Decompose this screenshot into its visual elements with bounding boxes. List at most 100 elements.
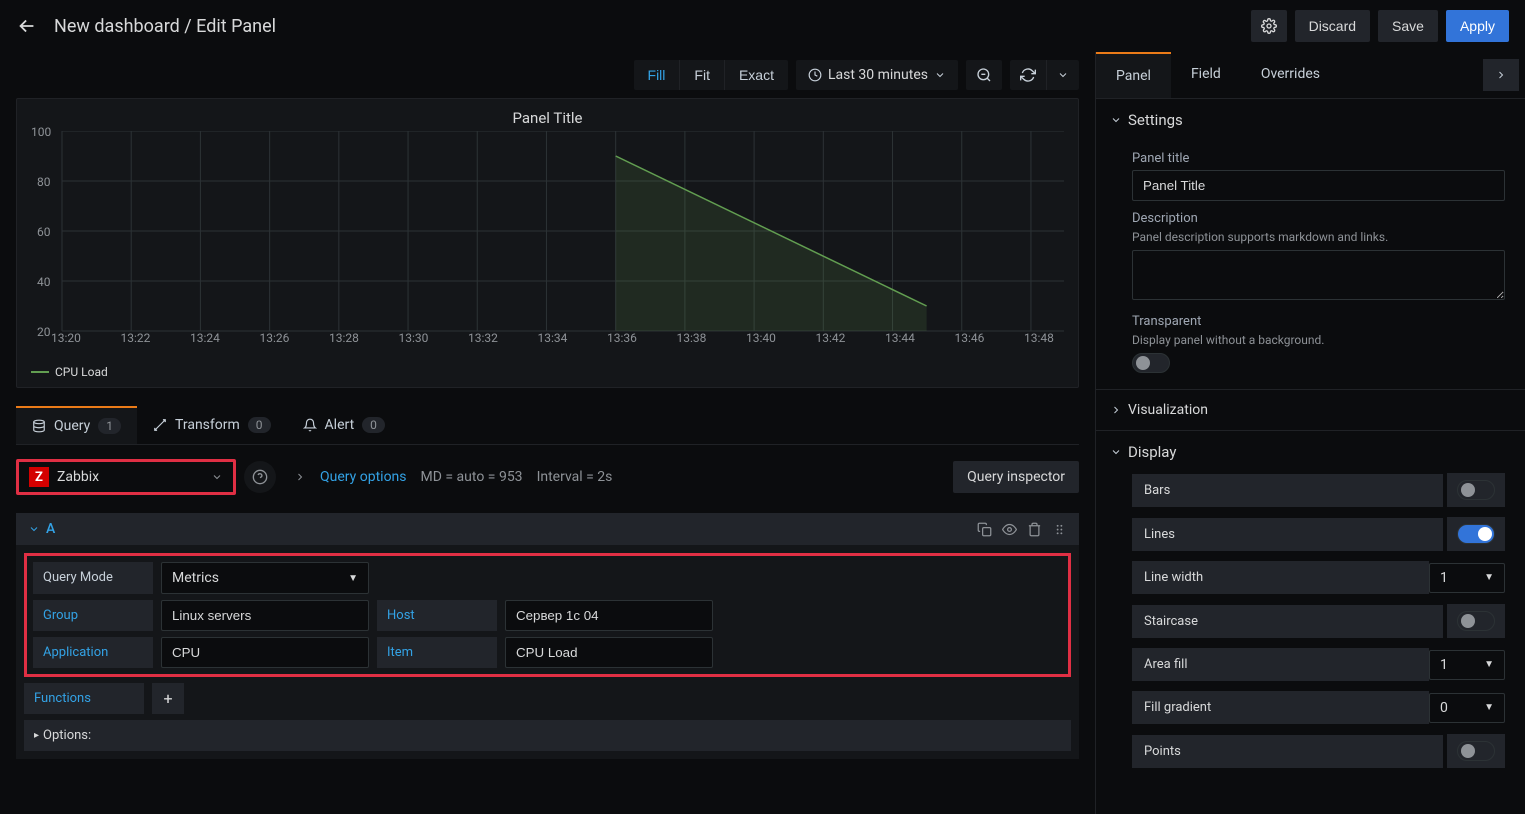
fill-tab[interactable]: Fill: [634, 60, 680, 90]
expand-sidebar-button[interactable]: [1483, 59, 1519, 91]
bars-toggle[interactable]: [1457, 480, 1495, 500]
duplicate-query-icon[interactable]: [977, 522, 992, 537]
datasource-help-button[interactable]: [244, 461, 276, 493]
tab-overrides[interactable]: Overrides: [1241, 52, 1340, 98]
settings-section-toggle[interactable]: Settings: [1096, 99, 1525, 141]
query-id: A: [46, 521, 55, 537]
fill-gradient-select[interactable]: 0▼: [1429, 693, 1505, 723]
item-label[interactable]: Item: [377, 637, 497, 668]
tab-query[interactable]: Query 1: [16, 406, 137, 444]
alert-count-badge: 0: [362, 417, 385, 433]
lines-label: Lines: [1132, 518, 1443, 551]
line-width-select[interactable]: 1▼: [1429, 563, 1505, 593]
group-label[interactable]: Group: [33, 600, 153, 631]
item-input[interactable]: [505, 637, 713, 668]
tab-transform[interactable]: Transform 0: [137, 406, 287, 444]
chart-title: Panel Title: [31, 109, 1064, 127]
fit-mode-group: Fill Fit Exact: [634, 60, 788, 90]
query-mode-select[interactable]: Metrics ▼: [161, 562, 369, 594]
chevron-down-icon: [211, 471, 223, 483]
exact-tab[interactable]: Exact: [724, 60, 788, 90]
host-label[interactable]: Host: [377, 600, 497, 631]
help-icon: [252, 469, 268, 485]
caret-down-icon: ▼: [348, 573, 358, 584]
refresh-icon: [1020, 67, 1036, 83]
application-input[interactable]: [161, 637, 369, 668]
visualization-section-toggle[interactable]: Visualization: [1096, 389, 1525, 430]
display-section-toggle[interactable]: Display: [1096, 430, 1525, 473]
query-options-row[interactable]: ▸ Options:: [24, 720, 1071, 751]
tab-field[interactable]: Field: [1171, 52, 1241, 98]
page-title: New dashboard / Edit Panel: [54, 16, 276, 37]
transparent-hint: Display panel without a background.: [1132, 333, 1505, 347]
toggle-query-visibility-icon[interactable]: [1002, 522, 1017, 537]
query-options-interval: Interval = 2s: [537, 469, 613, 485]
bell-icon: [303, 418, 317, 432]
chevron-down-icon: [1110, 114, 1122, 126]
points-toggle[interactable]: [1457, 741, 1495, 761]
description-label: Description: [1132, 211, 1505, 226]
host-input[interactable]: [505, 600, 713, 631]
transparent-label: Transparent: [1132, 314, 1505, 329]
drag-query-icon[interactable]: [1052, 522, 1067, 537]
chevron-right-icon: [294, 471, 306, 483]
datasource-name: Zabbix: [57, 469, 203, 485]
discard-button[interactable]: Discard: [1295, 10, 1370, 42]
area-fill-label: Area fill: [1132, 648, 1429, 681]
query-count-badge: 1: [98, 418, 121, 434]
panel-title-input[interactable]: [1132, 170, 1505, 201]
zabbix-logo-icon: Z: [29, 467, 49, 487]
area-fill-select[interactable]: 1▼: [1429, 650, 1505, 680]
save-button[interactable]: Save: [1378, 10, 1438, 42]
group-input[interactable]: [161, 600, 369, 631]
apply-button[interactable]: Apply: [1446, 10, 1509, 42]
panel-preview: Panel Title: [16, 98, 1079, 388]
gear-icon: [1261, 18, 1277, 34]
chevron-right-icon: [1495, 69, 1507, 81]
caret-right-icon: ▸: [34, 730, 39, 741]
legend-color-swatch: [31, 371, 49, 373]
transform-icon: [153, 418, 167, 432]
description-textarea[interactable]: [1132, 250, 1505, 300]
timerange-picker[interactable]: Last 30 minutes: [796, 60, 958, 90]
query-fields-highlight: Query Mode Metrics ▼ Group Host Applicat: [24, 553, 1071, 677]
tab-alert[interactable]: Alert 0: [287, 406, 401, 444]
bars-label: Bars: [1132, 474, 1443, 507]
functions-label[interactable]: Functions: [24, 683, 144, 714]
lines-toggle[interactable]: [1457, 524, 1495, 544]
query-options-md: MD = auto = 953: [421, 469, 523, 485]
panel-title-label: Panel title: [1132, 151, 1505, 166]
chevron-down-icon: [934, 69, 946, 81]
tab-panel[interactable]: Panel: [1096, 52, 1171, 98]
description-hint: Panel description supports markdown and …: [1132, 230, 1505, 244]
refresh-button[interactable]: [1010, 60, 1046, 90]
add-function-button[interactable]: +: [152, 683, 184, 714]
points-label: Points: [1132, 735, 1443, 768]
fill-gradient-label: Fill gradient: [1132, 691, 1429, 724]
delete-query-icon[interactable]: [1027, 522, 1042, 537]
legend-label: CPU Load: [55, 365, 108, 379]
query-inspector-button[interactable]: Query inspector: [953, 461, 1079, 493]
timerange-label: Last 30 minutes: [828, 67, 928, 83]
refresh-interval-button[interactable]: [1046, 60, 1079, 90]
chart-legend[interactable]: CPU Load: [31, 365, 1064, 379]
chevron-down-icon: [1057, 69, 1069, 81]
transform-count-badge: 0: [248, 417, 271, 433]
query-mode-label: Query Mode: [33, 562, 153, 594]
fit-tab[interactable]: Fit: [679, 60, 724, 90]
clock-icon: [808, 68, 822, 82]
application-label[interactable]: Application: [33, 637, 153, 668]
staircase-label: Staircase: [1132, 605, 1443, 638]
datasource-select[interactable]: Z Zabbix: [16, 459, 236, 495]
zoom-out-icon: [976, 67, 992, 83]
transparent-toggle[interactable]: [1132, 353, 1170, 373]
line-width-label: Line width: [1132, 561, 1429, 594]
chart-area[interactable]: 100 80 60 40 20 13:2013:2213:2413:2613:2…: [31, 131, 1064, 341]
query-header[interactable]: A: [16, 513, 1079, 545]
back-arrow-icon[interactable]: [16, 15, 38, 37]
database-icon: [32, 419, 46, 433]
zoom-out-button[interactable]: [966, 60, 1002, 90]
staircase-toggle[interactable]: [1457, 611, 1495, 631]
settings-button[interactable]: [1251, 10, 1287, 42]
query-options-toggle[interactable]: Query options: [320, 469, 407, 485]
